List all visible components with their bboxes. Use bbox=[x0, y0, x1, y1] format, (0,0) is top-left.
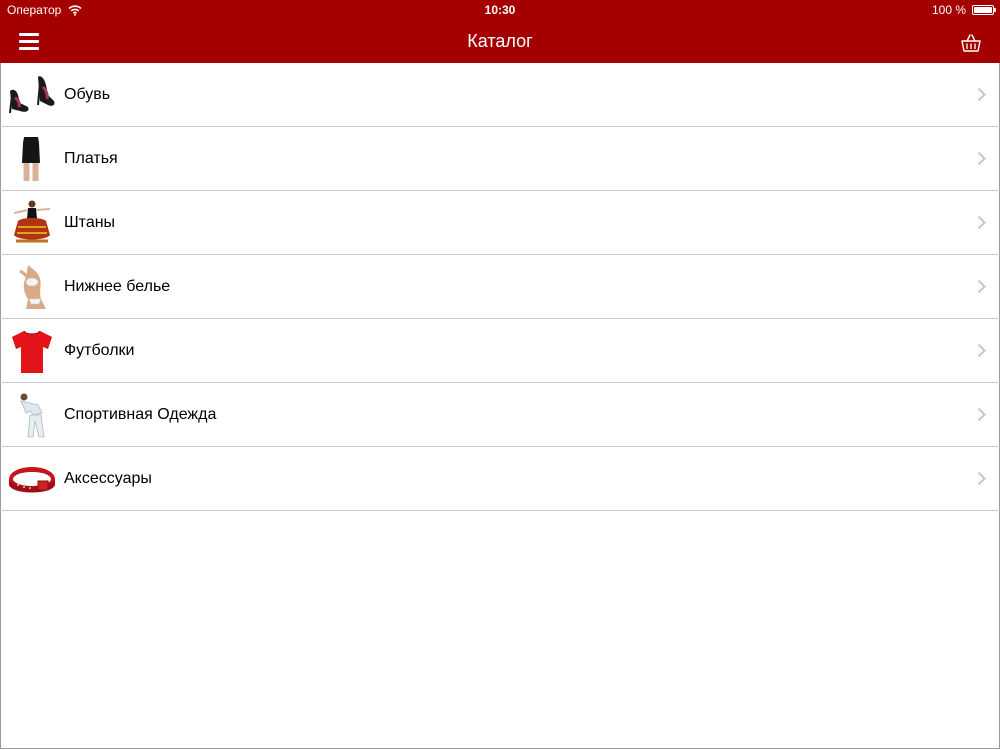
navigation-bar: Каталог bbox=[0, 20, 1000, 63]
battery-percentage: 100 % bbox=[931, 3, 966, 17]
catalog-row-label: Футболки bbox=[64, 342, 135, 359]
basket-icon[interactable] bbox=[960, 32, 982, 54]
catalog-row-pants[interactable]: Штаны bbox=[0, 191, 1000, 255]
catalog-row-accessories[interactable]: Аксессуары bbox=[0, 447, 1000, 511]
page-title: Каталог bbox=[467, 31, 533, 51]
belt-icon bbox=[9, 467, 55, 493]
catalog-row-label: Обувь bbox=[64, 86, 111, 103]
battery-icon bbox=[972, 5, 996, 15]
catalog-row-dresses[interactable]: Платья bbox=[0, 127, 1000, 191]
dress-icon bbox=[22, 137, 40, 181]
pants-icon bbox=[13, 200, 51, 243]
catalog-row-shoes[interactable]: Обувь bbox=[0, 63, 1000, 127]
catalog-row-tshirts[interactable]: Футболки bbox=[0, 319, 1000, 383]
catalog-row-label: Штаны bbox=[64, 214, 116, 231]
chevron-right-icon bbox=[977, 471, 986, 486]
status-bar: Оператор 10:30 100 % bbox=[0, 0, 1000, 20]
shoes-icon bbox=[9, 76, 55, 114]
catalog-list: Обувь Платья Штаны Нижнее белье Футболки… bbox=[0, 63, 1000, 511]
chevron-right-icon bbox=[977, 279, 986, 294]
catalog-row-label: Спортивная Одежда bbox=[64, 406, 217, 423]
chevron-right-icon bbox=[977, 407, 986, 422]
catalog-row-label: Нижнее белье bbox=[64, 278, 171, 295]
catalog-row-label: Платья bbox=[64, 150, 118, 167]
chevron-right-icon bbox=[977, 215, 986, 230]
catalog-row-underwear[interactable]: Нижнее белье bbox=[0, 255, 1000, 319]
sportswear-icon bbox=[20, 393, 45, 438]
chevron-right-icon bbox=[977, 343, 986, 358]
catalog-row-label: Аксессуары bbox=[64, 470, 152, 487]
catalog-row-sportswear[interactable]: Спортивная Одежда bbox=[0, 383, 1000, 447]
status-time: 10:30 bbox=[484, 3, 516, 17]
top-bar: Оператор 10:30 100 % Каталог bbox=[0, 0, 1000, 63]
chevron-right-icon bbox=[977, 151, 986, 166]
chevron-right-icon bbox=[977, 87, 986, 102]
tshirt-icon bbox=[12, 330, 52, 373]
underwear-icon bbox=[19, 265, 46, 309]
